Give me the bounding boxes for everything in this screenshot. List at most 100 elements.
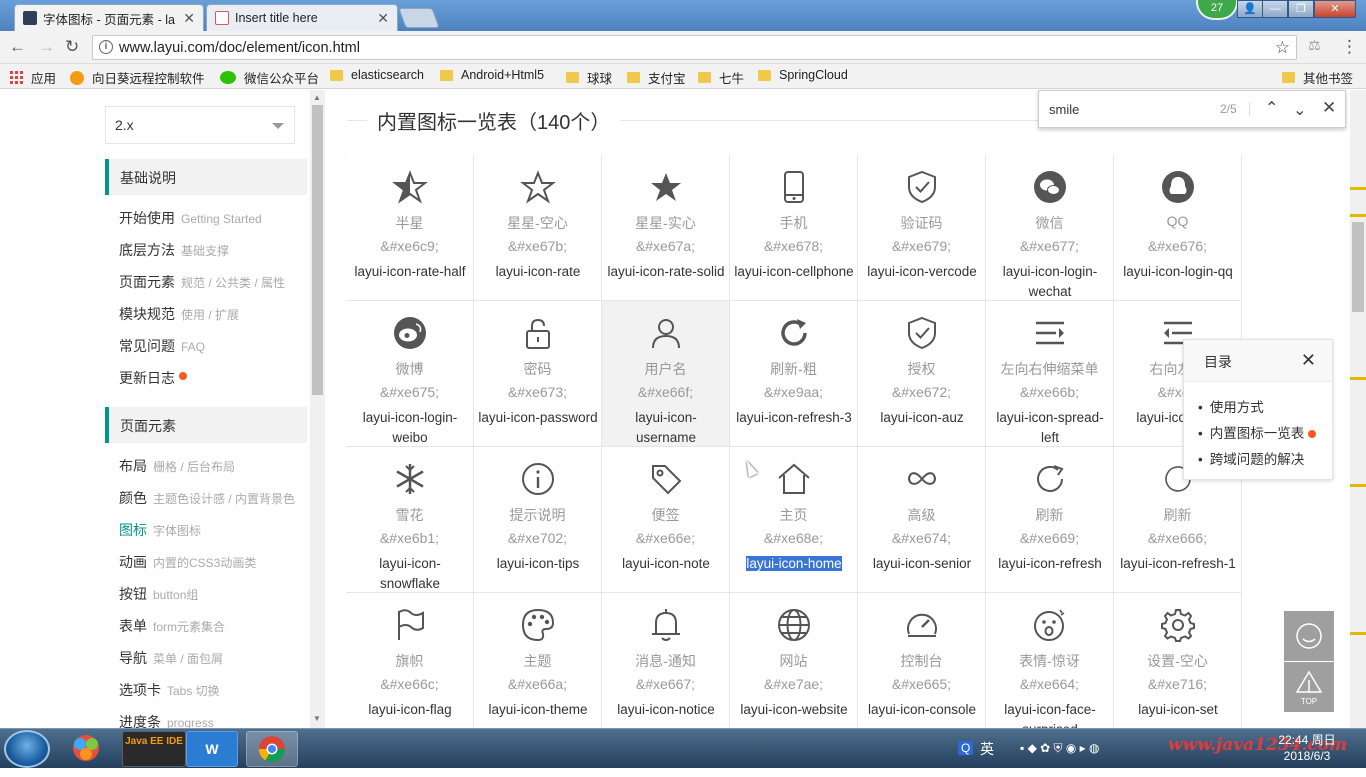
icon-cell[interactable]: 提示说明 &#xe702; layui-icon-tips (474, 447, 602, 593)
icon-cell[interactable]: 雪花 &#xe6b1; layui-icon-snowflake (346, 447, 474, 593)
icon-cell[interactable]: 便签 &#xe66e; layui-icon-note (602, 447, 730, 593)
bookmark-folder[interactable]: SpringCloud (758, 68, 848, 82)
app-pinwheel-icon[interactable] (60, 731, 112, 767)
sidebar-item-layout[interactable]: 布局 栅格 / 后台布局 (119, 456, 235, 476)
sidebar-item-changelog[interactable]: 更新日志 (119, 368, 187, 388)
icon-cell[interactable]: 表情-惊讶 &#xe664; layui-icon-face-surprised (986, 593, 1114, 728)
icon-cell[interactable]: 微博 &#xe675; layui-icon-login-weibo (346, 301, 474, 447)
icon-cell[interactable]: QQ &#xe676; layui-icon-login-qq (1114, 155, 1242, 301)
sidebar-item-faq[interactable]: 常见问题 FAQ (119, 336, 205, 356)
ime-q-icon[interactable]: Q (958, 741, 974, 755)
extension-icon[interactable]: ⚖ (1308, 37, 1321, 54)
scrollbar-thumb[interactable] (312, 105, 323, 395)
refresh-icon (1032, 461, 1068, 497)
tab-layui-icons[interactable]: 字体图标 - 页面元素 - la ✕ (14, 4, 204, 31)
toc-item[interactable]: 跨域问题的解决 (1198, 448, 1316, 474)
sidebar-item-getting-started[interactable]: 开始使用 Getting Started (119, 208, 262, 228)
icon-cell[interactable]: 刷新 &#xe669; layui-icon-refresh (986, 447, 1114, 593)
icon-cell[interactable]: 设置-空心 &#xe716; layui-icon-set (1114, 593, 1242, 728)
eclipse-ide-icon[interactable]: Java EE IDE (122, 731, 186, 767)
icon-cell[interactable]: 密码 &#xe673; layui-icon-password (474, 301, 602, 447)
back-icon[interactable]: ← (9, 37, 26, 57)
sidebar-item-elements[interactable]: 页面元素 规范 / 公共类 / 属性 (119, 272, 285, 292)
tab-close-icon[interactable]: ✕ (183, 10, 195, 27)
tab-insert-title[interactable]: Insert title here ✕ (206, 4, 398, 31)
bookmark-folder[interactable]: Android+Html5 (440, 68, 544, 82)
bookmark-folder[interactable]: elasticsearch (330, 68, 424, 82)
reload-icon[interactable]: ↻ (65, 37, 79, 57)
icon-cell[interactable]: 用户名 &#xe66f; layui-icon-username (602, 301, 730, 447)
tab-close-icon[interactable]: ✕ (377, 10, 389, 27)
sidebar-item-base[interactable]: 底层方法 基础支撑 (119, 240, 229, 260)
minimize-button[interactable]: — (1262, 0, 1288, 18)
scroll-down-icon[interactable]: ▼ (313, 714, 321, 723)
chrome-icon[interactable] (246, 731, 298, 767)
sidebar-item-modules[interactable]: 模块规范 使用 / 扩展 (119, 304, 239, 324)
icon-cell[interactable]: 消息-通知 &#xe667; layui-icon-notice (602, 593, 730, 728)
info-icon[interactable]: i (99, 40, 113, 54)
toc-close-icon[interactable]: ✕ (1301, 350, 1316, 371)
bookmark-star-icon[interactable]: ☆ (1275, 38, 1290, 58)
toc-item[interactable]: 内置图标一览表 (1198, 422, 1317, 448)
menu-dots-icon[interactable]: ⋮ (1341, 37, 1358, 57)
version-select[interactable]: 2.x (105, 106, 295, 144)
find-input[interactable]: smile (1049, 102, 1079, 117)
find-close-icon[interactable]: ✕ (1322, 98, 1336, 118)
icon-class-name: layui-icon-spread-left (996, 410, 1104, 445)
icon-class-name: layui-icon-vercode (867, 264, 977, 279)
icon-cell[interactable]: 手机 &#xe678; layui-icon-cellphone (730, 155, 858, 301)
start-button[interactable] (4, 730, 50, 768)
sidebar-item-tabs[interactable]: 选项卡 Tabs 切换 (119, 680, 220, 700)
icon-cell[interactable]: 控制台 &#xe665; layui-icon-console (858, 593, 986, 728)
tray-icons[interactable]: ▪ ◆ ✿ ⛨ ◉ ▸ ◍ (1020, 741, 1100, 756)
account-icon[interactable]: 👤 (1237, 0, 1263, 18)
system-clock[interactable]: 22:44 周日 2018/6/3 (1262, 732, 1352, 764)
toc-item[interactable]: 使用方式 (1198, 396, 1316, 422)
icon-cell[interactable]: 旗帜 &#xe66c; layui-icon-flag (346, 593, 474, 728)
bookmark-folder[interactable]: 球球 (566, 68, 612, 87)
sidebar-item-button[interactable]: 按钮 button组 (119, 584, 198, 604)
bookmark-other-folder[interactable]: 其他书签 (1282, 68, 1353, 87)
icon-cell[interactable]: 星星-实心 &#xe67a; layui-icon-rate-solid (602, 155, 730, 301)
bookmark-apps[interactable]: 应用 (10, 68, 56, 87)
icon-cell[interactable]: 微信 &#xe677; layui-icon-login-wechat (986, 155, 1114, 301)
word-icon[interactable]: W (186, 731, 238, 767)
scroll-up-icon[interactable]: ▲ (313, 93, 321, 102)
scrollbar-thumb[interactable] (1352, 222, 1364, 312)
home-icon (776, 461, 812, 497)
find-next-icon[interactable]: ⌄ (1293, 100, 1306, 120)
sidebar-item-form[interactable]: 表单 form元素集合 (119, 616, 225, 636)
sidebar-item-icon[interactable]: 图标 字体图标 (119, 520, 201, 540)
forward-icon[interactable]: → (38, 37, 55, 57)
profile-badge[interactable]: 27 (1196, 0, 1238, 20)
icon-unicode: &#xe678; (763, 238, 824, 254)
bookmark-item[interactable]: 微信公众平台 (220, 68, 319, 87)
icon-cell[interactable]: 授权 &#xe672; layui-icon-auz (858, 301, 986, 447)
icon-cell[interactable]: 刷新-粗 &#xe9aa; layui-icon-refresh-3 (730, 301, 858, 447)
sidebar-item-color[interactable]: 颜色 主题色设计感 / 内置背景色 (119, 488, 295, 508)
icon-chinese-name: 消息-通知 (635, 653, 696, 669)
bookmark-item[interactable]: 向日葵远程控制软件 (70, 68, 205, 87)
sidebar-item-nav[interactable]: 导航 菜单 / 面包屑 (119, 648, 223, 668)
icon-cell[interactable]: 半星 &#xe6c9; layui-icon-rate-half (346, 155, 474, 301)
icon-cell[interactable]: 左向右伸缩菜单 &#xe66b; layui-icon-spread-left (986, 301, 1114, 447)
close-window-button[interactable]: ✕ (1314, 0, 1356, 18)
find-prev-icon[interactable]: ⌃ (1265, 98, 1278, 118)
new-tab-button[interactable] (398, 8, 440, 28)
feedback-button[interactable] (1284, 611, 1334, 661)
bookmark-folder[interactable]: 支付宝 (627, 68, 686, 87)
restore-button[interactable]: ❐ (1288, 0, 1314, 18)
back-to-top-button[interactable]: TOP (1284, 662, 1334, 712)
icon-cell[interactable]: 高级 &#xe674; layui-icon-senior (858, 447, 986, 593)
url-bar[interactable]: i www.layui.com/doc/element/icon.html ☆ (92, 35, 1297, 60)
icon-cell[interactable]: 网站 &#xe7ae; layui-icon-website (730, 593, 858, 728)
bookmark-folder[interactable]: 七牛 (698, 68, 744, 87)
star-half-icon (392, 169, 428, 205)
tab-title: 字体图标 - 页面元素 - la (43, 12, 175, 27)
ime-language[interactable]: 英 (980, 739, 994, 759)
icon-cell[interactable]: 验证码 &#xe679; layui-icon-vercode (858, 155, 986, 301)
icon-cell[interactable]: 星星-空心 &#xe67b; layui-icon-rate (474, 155, 602, 301)
icon-cell[interactable]: 主题 &#xe66a; layui-icon-theme (474, 593, 602, 728)
sidebar-item-anim[interactable]: 动画 内置的CSS3动画类 (119, 552, 256, 572)
sidebar-scrollbar[interactable]: ▲ ▼ (310, 90, 325, 728)
